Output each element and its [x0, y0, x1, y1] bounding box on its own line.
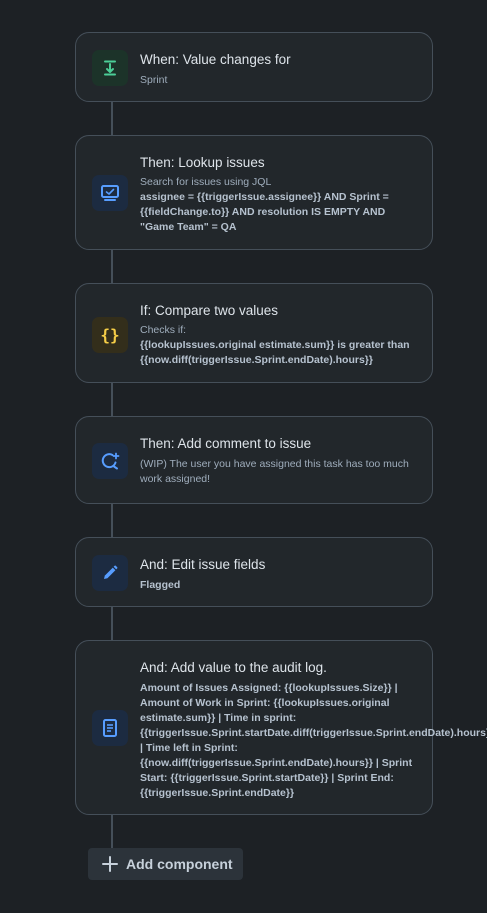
component-log-message: Amount of Issues Assigned: {{lookupIssue… [140, 682, 487, 799]
pencil-icon [92, 555, 128, 591]
component-value: Sprint [140, 74, 168, 86]
connector-line [111, 607, 113, 641]
add-component-button[interactable]: Add component [88, 848, 243, 880]
plus-icon [102, 856, 118, 872]
component-title: And: Edit issue fields [140, 557, 266, 572]
rule-component-edit-issue-fields[interactable]: And: Edit issue fields Flagged [75, 537, 433, 607]
component-title: And: Add value to the audit log. [140, 660, 327, 675]
component-description: Search for issues using JQL [140, 176, 272, 188]
rule-component-compare-values[interactable]: {} If: Compare two values Checks if: {{l… [75, 283, 433, 383]
component-title: Then: Lookup issues [140, 155, 265, 170]
component-condition: {{lookupIssues.original estimate.sum}} i… [140, 339, 410, 366]
rule-component-audit-log[interactable]: And: Add value to the audit log. Amount … [75, 640, 487, 815]
component-comment-text: (WIP) The user you have assigned this ta… [140, 458, 409, 485]
comment-add-icon [92, 443, 128, 479]
braces-icon: {} [92, 317, 128, 353]
component-title: If: Compare two values [140, 303, 279, 318]
connector-line [111, 383, 113, 417]
add-component-label: Add component [126, 856, 233, 872]
component-title: When: Value changes for [140, 52, 291, 67]
rule-component-lookup-issues[interactable]: Then: Lookup issues Search for issues us… [75, 135, 433, 250]
component-field: Flagged [140, 579, 181, 591]
download-arrow-icon [92, 50, 128, 86]
connector-line [111, 102, 113, 136]
connector-line [111, 504, 113, 538]
connector-line [111, 250, 113, 284]
component-title: Then: Add comment to issue [140, 436, 312, 451]
monitor-icon [92, 175, 128, 211]
svg-text:{}: {} [100, 326, 119, 344]
component-description: Checks if: [140, 324, 187, 336]
document-icon [92, 710, 128, 746]
rule-component-trigger[interactable]: When: Value changes for Sprint [75, 32, 433, 102]
component-jql: assignee = {{triggerIssue.assignee}} AND… [140, 191, 389, 233]
rule-component-add-comment[interactable]: Then: Add comment to issue (WIP) The use… [75, 416, 433, 504]
connector-line [111, 815, 113, 849]
